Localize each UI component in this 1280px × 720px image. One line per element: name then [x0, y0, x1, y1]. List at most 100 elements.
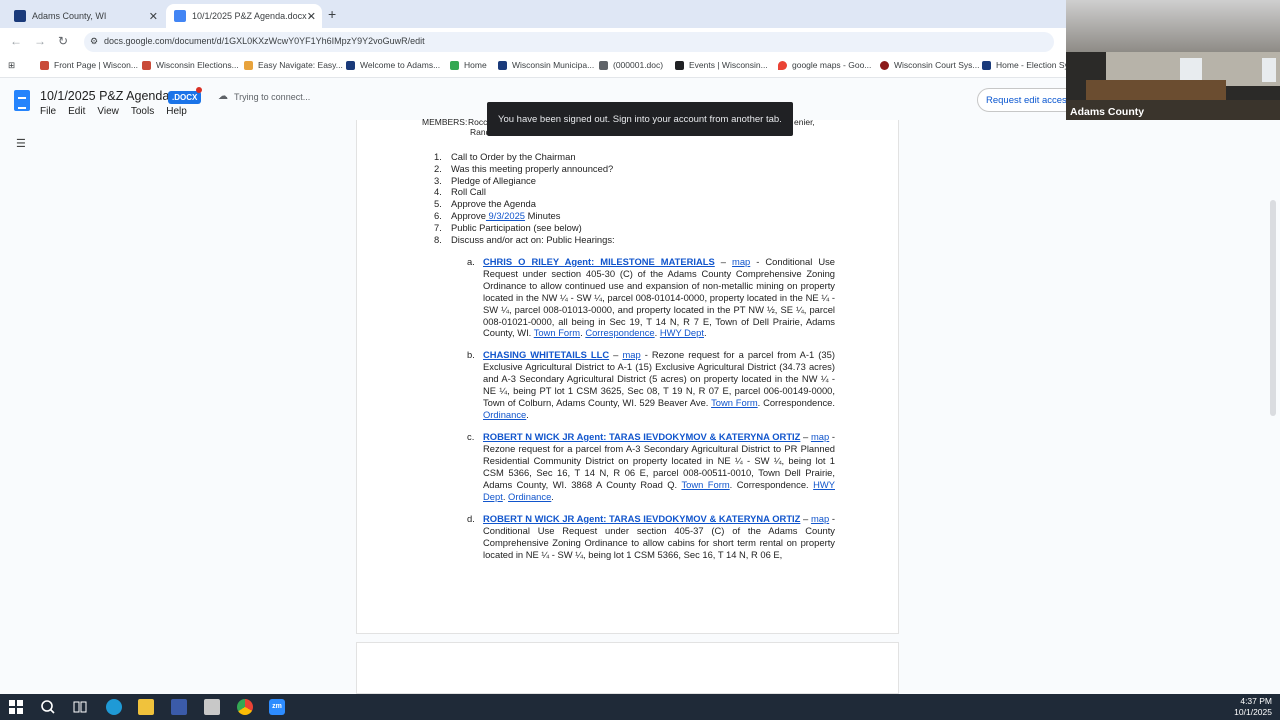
- search-icon[interactable]: [40, 699, 56, 715]
- tab-adams-county[interactable]: Adams County, WI ✕: [6, 4, 164, 28]
- system-clock[interactable]: 4:37 PM 10/1/2025: [1234, 696, 1272, 718]
- signed-out-toast: You have been signed out. Sign into your…: [487, 102, 793, 136]
- applicant-link[interactable]: ROBERT N WICK JR Agent: TARAS IEVDOKYMOV…: [483, 431, 800, 442]
- zoom-icon[interactable]: zm: [269, 699, 285, 715]
- edge-browser-icon[interactable]: [106, 699, 122, 715]
- map-link[interactable]: map: [622, 349, 640, 360]
- correspondence-link[interactable]: Correspondence: [585, 327, 654, 338]
- notification-dot-icon: [196, 87, 202, 93]
- agenda-item: Approve the Agenda: [451, 198, 536, 209]
- new-tab-icon[interactable]: +: [328, 6, 336, 22]
- connection-status-text: Trying to connect...: [234, 91, 311, 102]
- bookmark-favicon-icon: [982, 60, 991, 70]
- bookmark-favicon-icon: [142, 60, 151, 70]
- bookmark-favicon-icon: [498, 60, 507, 70]
- hearing-text: - Conditional Use Request under section …: [483, 256, 835, 339]
- agenda-item: Approve 9/3/2025 Minutes: [451, 210, 560, 221]
- map-link[interactable]: map: [811, 513, 829, 524]
- menu-file[interactable]: File: [40, 106, 56, 117]
- close-tab-icon[interactable]: ✕: [149, 10, 158, 23]
- address-bar[interactable]: ⚙ docs.google.com/document/d/1GXL0KXzWcw…: [84, 32, 1054, 52]
- minutes-link[interactable]: 9/3/2025: [486, 210, 526, 221]
- document-outline-icon[interactable]: ☰: [16, 137, 26, 150]
- reload-icon[interactable]: ↻: [58, 34, 68, 48]
- tab-title: Adams County, WI: [32, 11, 107, 21]
- site-info-icon[interactable]: ⚙: [90, 36, 98, 47]
- store-icon[interactable]: [171, 699, 187, 715]
- map-link[interactable]: map: [732, 256, 750, 267]
- agenda-item: Discuss and/or act on: Public Hearings:: [451, 234, 615, 245]
- separator: –: [714, 256, 733, 267]
- document-title[interactable]: 10/1/2025 P&Z Agenda: [40, 89, 169, 103]
- hearing-item: ROBERT N WICK JR Agent: TARAS IEVDOKYMOV…: [483, 431, 835, 502]
- browser-toolbar: ← → ↻ ⚙ docs.google.com/document/d/1GXL0…: [0, 28, 1066, 56]
- file-explorer-icon[interactable]: [138, 699, 154, 715]
- video-feed[interactable]: Adams County: [1066, 0, 1280, 120]
- hearing-item: ROBERT N WICK JR Agent: TARAS IEVDOKYMOV…: [483, 513, 835, 561]
- url-text: docs.google.com/document/d/1GXL0KXzWcwY0…: [104, 36, 425, 46]
- bookmark-favicon-icon: [40, 60, 49, 70]
- hearing-letter: b.: [467, 349, 475, 360]
- bookmark-item[interactable]: Home: [450, 60, 487, 70]
- map-link[interactable]: map: [811, 431, 829, 442]
- google-docs-icon[interactable]: [14, 90, 30, 111]
- bookmark-item[interactable]: Events | Wisconsin...: [675, 60, 768, 70]
- members-partial: enier,: [794, 117, 815, 127]
- forward-icon[interactable]: →: [34, 34, 46, 48]
- bookmark-item[interactable]: Wisconsin Elections...: [142, 60, 239, 70]
- agenda-number: 5.: [434, 198, 442, 209]
- correspondence-text: Correspondence.: [736, 478, 809, 490]
- applicant-link[interactable]: CHRIS O RILEY Agent: MILESTONE MATERIALS: [483, 256, 715, 267]
- chrome-icon[interactable]: [237, 699, 253, 715]
- hearing-letter: c.: [467, 431, 475, 442]
- menu-edit[interactable]: Edit: [68, 106, 85, 117]
- windows-start-icon[interactable]: [8, 699, 24, 715]
- video-room-screen: [1262, 58, 1276, 82]
- agenda-item: Call to Order by the Chairman: [451, 151, 576, 162]
- bookmarks-bar: ⊞ Front Page | Wiscon... Wisconsin Elect…: [0, 56, 1075, 78]
- applicant-link[interactable]: ROBERT N WICK JR Agent: TARAS IEVDOKYMOV…: [483, 513, 800, 524]
- bookmark-item[interactable]: google maps - Goo...: [778, 60, 871, 70]
- menu-tools[interactable]: Tools: [131, 106, 154, 117]
- agenda-item: Roll Call: [451, 186, 486, 197]
- tab-agenda-doc[interactable]: 10/1/2025 P&Z Agenda.docx - ✕: [166, 4, 322, 28]
- agenda-number: 3.: [434, 175, 442, 186]
- agenda-number: 8.: [434, 234, 442, 245]
- hearing-letter: a.: [467, 256, 475, 267]
- agenda-number: 2.: [434, 163, 442, 174]
- scrollbar[interactable]: [1270, 200, 1276, 416]
- bookmark-item[interactable]: Welcome to Adams...: [346, 60, 440, 70]
- agenda-number: 4.: [434, 186, 442, 197]
- menu-view[interactable]: View: [97, 106, 119, 117]
- request-edit-access-button[interactable]: Request edit access: [977, 88, 1077, 112]
- snipping-tool-icon[interactable]: [204, 699, 220, 715]
- agenda-number: 7.: [434, 222, 442, 233]
- map-pin-icon: [778, 60, 787, 70]
- ordinance-link[interactable]: Ordinance: [508, 491, 551, 502]
- video-participant-label: Adams County: [1070, 106, 1145, 118]
- tab-title: 10/1/2025 P&Z Agenda.docx -: [192, 11, 313, 21]
- agenda-item: Pledge of Allegiance: [451, 175, 536, 186]
- town-form-link[interactable]: Town Form: [711, 397, 758, 408]
- agenda-item: Was this meeting properly announced?: [451, 163, 614, 174]
- bookmark-favicon-icon: [599, 60, 608, 70]
- town-form-link[interactable]: Town Form: [681, 479, 729, 490]
- bookmark-item[interactable]: Front Page | Wiscon...: [40, 60, 138, 70]
- bookmark-item[interactable]: Easy Navigate: Easy...: [244, 60, 343, 70]
- bookmark-favicon-icon: [880, 60, 889, 70]
- task-view-icon[interactable]: [72, 699, 88, 715]
- bookmark-item[interactable]: Home - Election Sy...: [982, 60, 1075, 70]
- bookmark-item[interactable]: Wisconsin Municipa...: [498, 60, 594, 70]
- town-form-link[interactable]: Town Form: [534, 327, 580, 338]
- agenda-text: Approve: [451, 210, 486, 221]
- menu-help[interactable]: Help: [166, 106, 187, 117]
- apps-icon[interactable]: ⊞: [8, 60, 15, 71]
- bookmark-item[interactable]: (000001.doc): [599, 60, 663, 70]
- close-tab-icon[interactable]: ✕: [307, 10, 316, 23]
- ordinance-link[interactable]: Ordinance: [483, 409, 526, 420]
- hwy-dept-link[interactable]: HWY Dept: [660, 327, 704, 338]
- back-icon[interactable]: ←: [10, 34, 22, 48]
- bookmark-item[interactable]: Wisconsin Court Sys...: [880, 60, 980, 70]
- applicant-link[interactable]: CHASING WHITETAILS LLC: [483, 349, 609, 360]
- adams-county-favicon-icon: [14, 10, 26, 22]
